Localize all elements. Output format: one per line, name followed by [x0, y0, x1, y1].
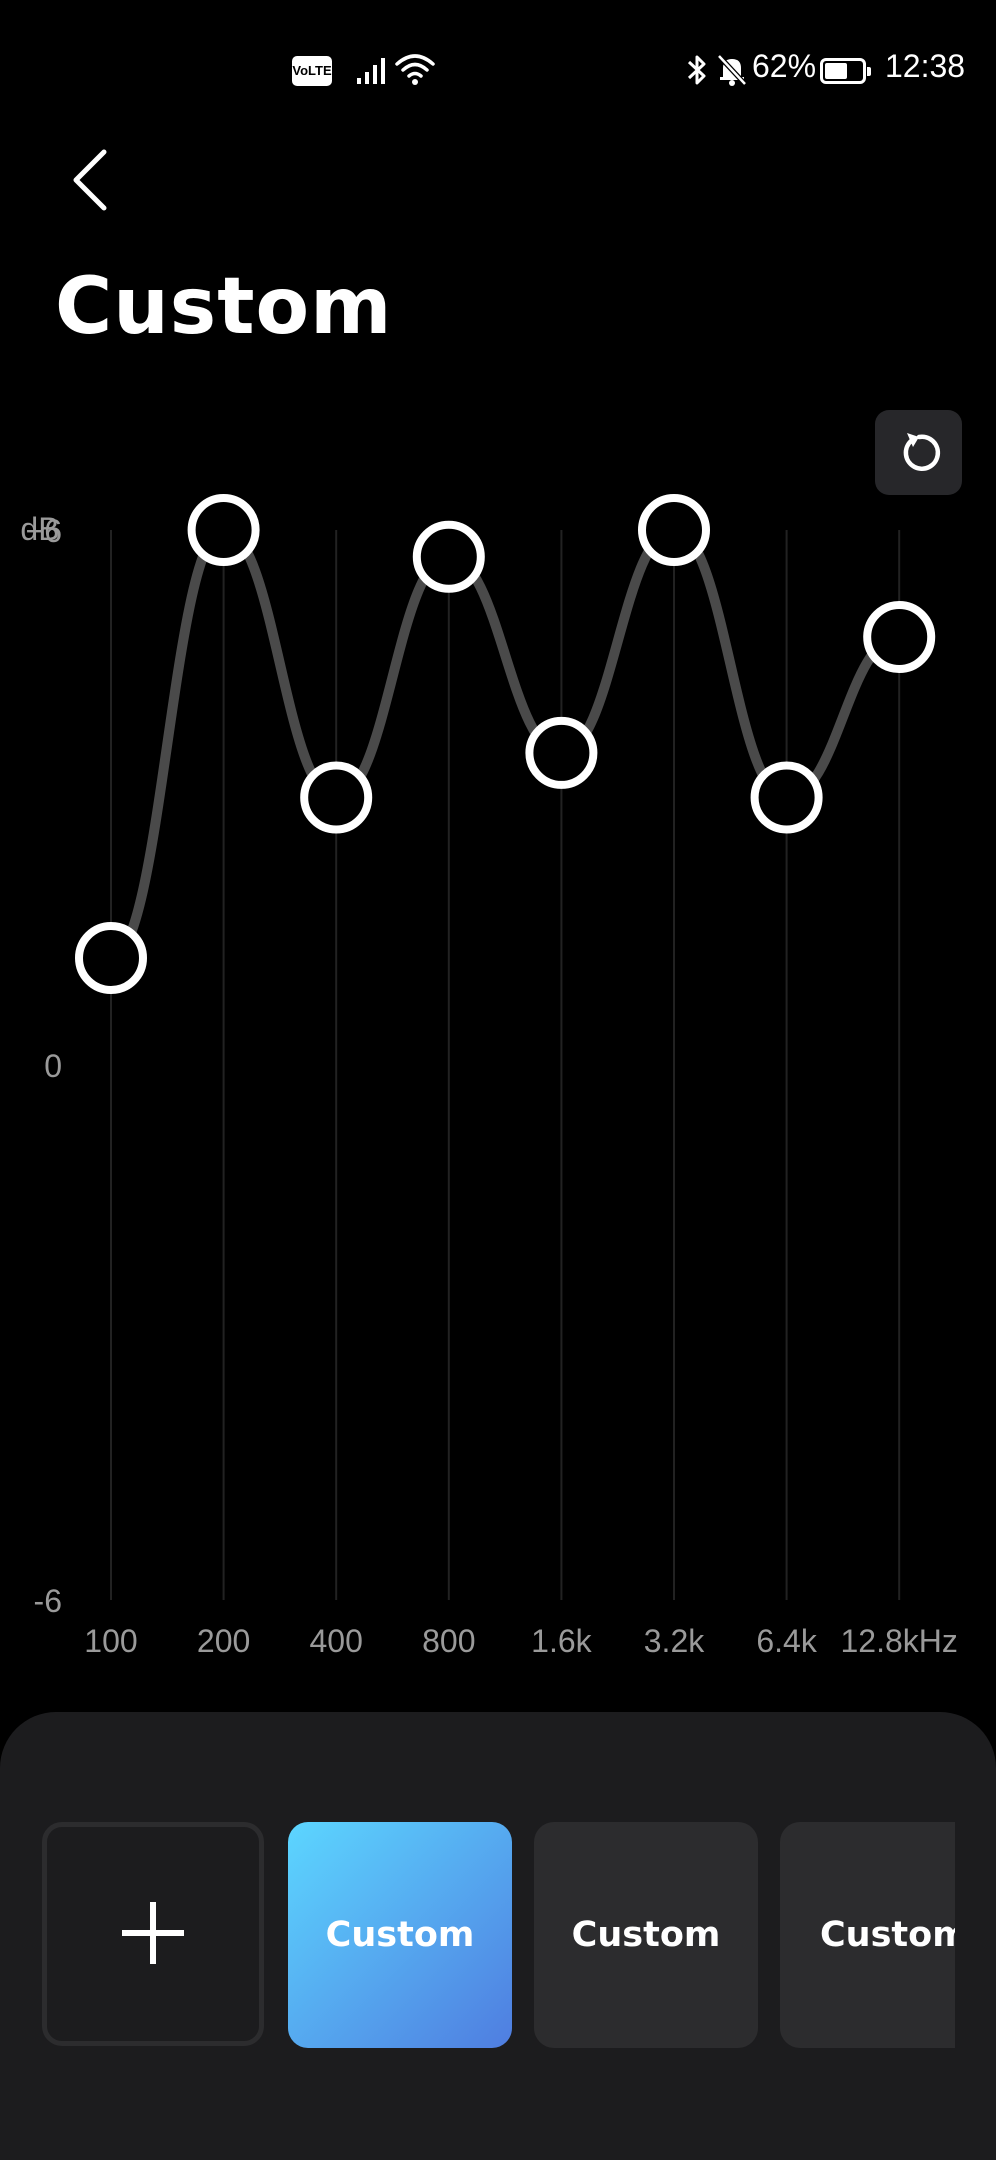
x-tick-label: 1.6k	[531, 1623, 592, 1659]
eq-band-handle[interactable]	[412, 520, 485, 593]
add-preset-button[interactable]	[42, 1822, 264, 2046]
preset-card-custom[interactable]: Custom	[780, 1822, 955, 2048]
equalizer-chart: dB+60-6100 200 400 800 1.6k 3.2k 6.4k 12.8kHz	[20, 494, 958, 1659]
eq-band-handle[interactable]	[187, 494, 260, 566]
eq-band-handle[interactable]	[75, 922, 147, 994]
x-tick-label: 200	[197, 1623, 250, 1659]
plus-icon	[122, 1902, 184, 1964]
x-tick-label: 12.8kHz	[841, 1623, 958, 1659]
preset-label: Custom	[820, 1915, 955, 1955]
preset-label: Custom	[325, 1915, 475, 1955]
eq-curve	[106, 524, 905, 963]
x-tick-label: 100	[84, 1623, 137, 1659]
preset-list[interactable]: Custom Custom Custom	[0, 1822, 955, 2048]
eq-band-handle[interactable]	[300, 761, 373, 834]
y-tick-label: -6	[34, 1583, 62, 1619]
preset-card-custom-active[interactable]: Custom	[288, 1822, 512, 2048]
x-tick-label: 800	[422, 1623, 475, 1659]
eq-band-handle[interactable]	[863, 601, 936, 673]
x-tick-label: 3.2k	[644, 1623, 705, 1659]
y-tick-label: +6	[26, 513, 62, 549]
x-tick-label: 400	[310, 1623, 363, 1659]
y-tick-label: 0	[44, 1048, 62, 1084]
eq-band-handle[interactable]	[750, 761, 823, 834]
eq-band-handle[interactable]	[525, 716, 598, 789]
eq-band-handle[interactable]	[638, 494, 710, 566]
preset-label: Custom	[571, 1915, 721, 1955]
preset-card-custom[interactable]: Custom	[534, 1822, 758, 2048]
x-tick-label: 6.4k	[756, 1623, 817, 1659]
